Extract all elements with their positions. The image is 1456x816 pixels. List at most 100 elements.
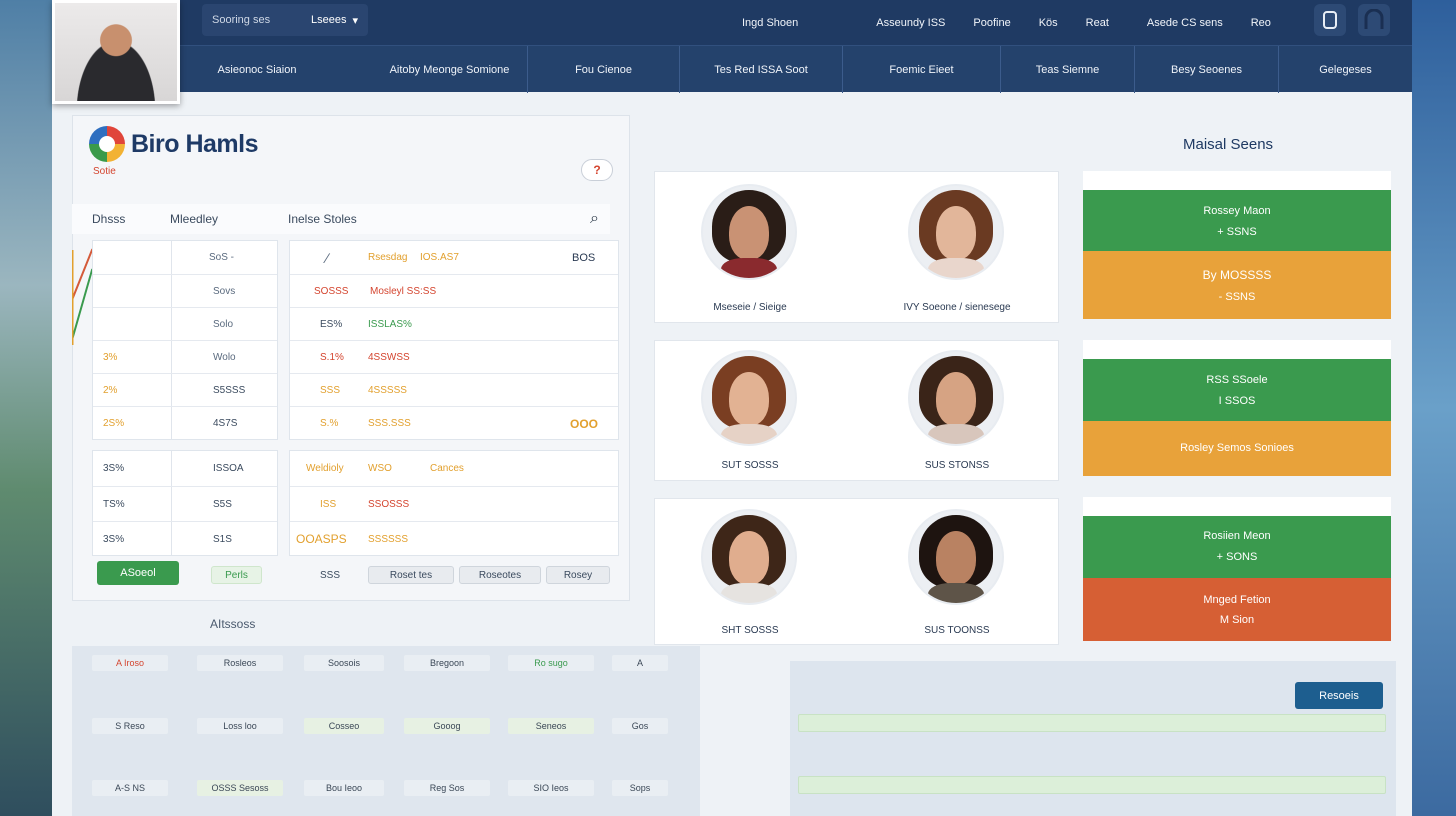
- person-name[interactable]: SHT SOSSS: [665, 625, 835, 636]
- table-row[interactable]: 3% Wolo: [93, 340, 277, 373]
- photo-shirt: [721, 423, 777, 444]
- table-cell: SSSSSS: [368, 533, 409, 545]
- table-row[interactable]: Sovs: [93, 274, 277, 307]
- grid-chip[interactable]: Sops: [612, 780, 668, 796]
- person-name[interactable]: SUS TOONSS: [872, 625, 1042, 636]
- person-photo[interactable]: [908, 184, 1004, 280]
- table-row[interactable]: Solo: [93, 307, 277, 340]
- stat-title: Rosley Semos Sonioes: [1180, 442, 1294, 454]
- search-bar[interactable]: Sooring ses Lseees ▾: [202, 4, 368, 36]
- reset-button[interactable]: Roset tes: [368, 566, 454, 584]
- tab-besy[interactable]: Besy Seoenes: [1135, 46, 1279, 93]
- grid-chip[interactable]: Gooog: [404, 718, 490, 734]
- filter-label[interactable]: Mleedley: [170, 212, 218, 226]
- table-cell: 4SSWSS: [368, 351, 410, 363]
- table-cell: SSOSSS: [368, 498, 410, 510]
- person-photo[interactable]: [908, 509, 1004, 605]
- table-row[interactable]: S.1% 4SSWSS: [290, 340, 618, 373]
- tab-aitoby[interactable]: Aitoby Meonge Somione: [372, 46, 528, 93]
- grid-chip[interactable]: Bou Ieoo: [304, 780, 384, 796]
- table-row[interactable]: 3S% ISSOA: [93, 451, 277, 486]
- input-field[interactable]: [798, 714, 1386, 732]
- edit-icon[interactable]: ∕: [326, 241, 328, 274]
- table-cell: OOO: [570, 416, 599, 431]
- grid-chip[interactable]: OSSS Sesoss: [197, 780, 283, 796]
- grid-chip[interactable]: SIO Ieos: [508, 780, 594, 796]
- grid-chip[interactable]: Ro sugo: [508, 655, 594, 671]
- table-row[interactable]: 3S% S1S: [93, 521, 277, 556]
- table-row[interactable]: ∕ Rsesdag IOS.AS7 BOS: [290, 241, 618, 274]
- filter-label[interactable]: Dhsss: [92, 212, 125, 226]
- reset-notes-button[interactable]: Roseotes: [459, 566, 541, 584]
- search-select[interactable]: Lseees ▾: [311, 14, 358, 27]
- grid-chip[interactable]: A-S NS: [92, 780, 168, 796]
- tab-tes-red[interactable]: Tes Red ISSA Soot: [680, 46, 843, 93]
- stat-card[interactable]: RSS SSoele I SSOS Rosley Semos Sonioes: [1083, 340, 1391, 476]
- search-icon[interactable]: ⌕: [590, 210, 599, 228]
- input-field[interactable]: [798, 776, 1386, 794]
- table-cell: S1S: [213, 533, 232, 545]
- avatar-photo: [55, 3, 177, 101]
- user-avatar[interactable]: [52, 0, 180, 104]
- add-button[interactable]: ASoeol: [97, 561, 179, 585]
- tab-fou[interactable]: Fou Cienoe: [528, 46, 680, 93]
- person-photo[interactable]: [701, 509, 797, 605]
- table-row[interactable]: OOASPS SSSSSS: [290, 521, 618, 556]
- grid-chip[interactable]: Bregoon: [404, 655, 490, 671]
- grid-chip[interactable]: A Iroso: [92, 655, 168, 671]
- person-name[interactable]: SUS STONSS: [872, 460, 1042, 471]
- person-photo[interactable]: [701, 350, 797, 446]
- person-photo[interactable]: [701, 184, 797, 280]
- table-row[interactable]: SoS -: [93, 241, 277, 274]
- grid-chip[interactable]: A: [612, 655, 668, 671]
- tab-teas[interactable]: Teas Siemne: [1001, 46, 1135, 93]
- tab-asieonoc[interactable]: Asieonoc Siaion: [180, 46, 334, 93]
- grid-chip[interactable]: Seneos: [508, 718, 594, 734]
- small-action-button[interactable]: Perls: [211, 566, 262, 584]
- filter-label[interactable]: Inelse Stoles: [288, 212, 357, 226]
- top-link[interactable]: Poofine: [973, 17, 1010, 29]
- grid-chip[interactable]: Cosseo: [304, 718, 384, 734]
- tab-foemic[interactable]: Foemic Eieet: [843, 46, 1001, 93]
- top-link[interactable]: Ingd Shoen: [742, 17, 798, 29]
- profile-icon[interactable]: [1358, 4, 1390, 36]
- person-name[interactable]: Mseseie / Sieige: [665, 302, 835, 313]
- grid-chip[interactable]: Reg Sos: [404, 780, 490, 796]
- table-cell: OOASPS: [296, 532, 347, 546]
- person-photo[interactable]: [908, 350, 1004, 446]
- tab-gelegeses[interactable]: Gelegeses: [1279, 46, 1412, 93]
- stat-card[interactable]: Rosiien Meon + SONS Mnged Fetion M Sion: [1083, 497, 1391, 641]
- person-name[interactable]: SUT SOSSS: [665, 460, 835, 471]
- grid-chip[interactable]: S Reso: [92, 718, 168, 734]
- table-cell: WSO: [368, 463, 392, 474]
- grid-chip[interactable]: Rosleos: [197, 655, 283, 671]
- top-link[interactable]: Reo: [1251, 17, 1271, 29]
- table-row[interactable]: ISS SSOSSS: [290, 486, 618, 521]
- table-cell: BOS: [572, 251, 596, 264]
- device-icon[interactable]: [1314, 4, 1346, 36]
- grid-chip[interactable]: Soosois: [304, 655, 384, 671]
- table-row[interactable]: ES% ISSLAS%: [290, 307, 618, 340]
- table-cell: Wolo: [213, 351, 236, 363]
- table-row[interactable]: Weldioly WSO Cances: [290, 451, 618, 486]
- stat-sub: M Sion: [1219, 614, 1255, 626]
- grid-chip[interactable]: Loss loo: [197, 718, 283, 734]
- stat-card[interactable]: Rossey Maon + SSNS By MOSSSS - SSNS: [1083, 171, 1391, 319]
- table-row[interactable]: SOSSS Mosleyl SS:SS: [290, 274, 618, 307]
- table-row[interactable]: SSS 4SSSSS: [290, 373, 618, 406]
- retry-button[interactable]: Rosey: [546, 566, 610, 584]
- table-row[interactable]: S.% SSS.SSS OOO: [290, 406, 618, 440]
- table-row[interactable]: 2S% 4S7S: [93, 406, 277, 440]
- submit-button[interactable]: Resoeis: [1295, 682, 1383, 709]
- help-button[interactable]: ?: [581, 159, 613, 181]
- table-cell: SSS.SSS: [368, 418, 411, 429]
- top-link[interactable]: Kös: [1039, 17, 1058, 29]
- top-link[interactable]: Asede CS sens: [1147, 17, 1223, 29]
- person-name[interactable]: IVY Soeone / sienesege: [872, 302, 1042, 313]
- table-row[interactable]: TS% S5S: [93, 486, 277, 521]
- top-link[interactable]: Reat: [1086, 17, 1109, 29]
- grid-chip[interactable]: Gos: [612, 718, 668, 734]
- top-link[interactable]: Asseundy ISS: [876, 17, 945, 29]
- table-cell: SOSSS: [314, 285, 349, 297]
- table-row[interactable]: 2% S5SSS: [93, 373, 277, 406]
